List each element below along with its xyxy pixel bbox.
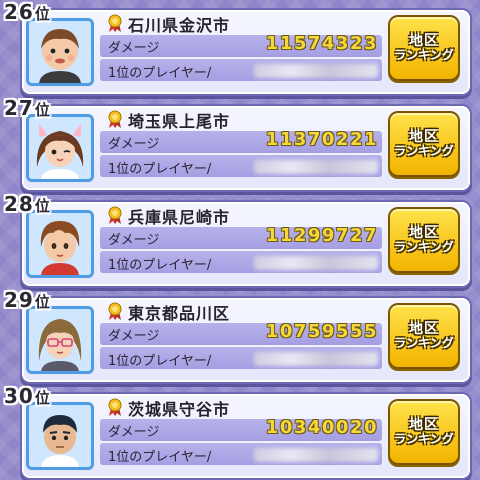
top-player-label: 1位のプレイヤー/ [108,354,212,369]
region-name: 石川県金沢市 [128,16,231,35]
divider [104,58,378,59]
region-ranking-button[interactable]: 地区 ランキング [388,111,460,177]
top-player-label: 1位のプレイヤー/ [108,258,212,273]
player-avatar [26,306,94,374]
medal-icon [108,398,122,416]
divider [104,442,378,443]
damage-value: 10340020 [265,417,378,438]
damage-label: ダメージ [108,41,160,56]
region-name: 茨城県守谷市 [128,400,231,419]
ranking-list: 26位 石川県金沢市 ダメージ 11574323 1位のプレイヤー/ 地区 ラン… [0,0,480,480]
damage-value: 11574323 [265,33,378,54]
divider [104,346,378,347]
region-ranking-button[interactable]: 地区 ランキング [388,207,460,273]
damage-label: ダメージ [108,329,160,344]
rank-number: 27位 [4,96,51,120]
region-ranking-button[interactable]: 地区 ランキング [388,15,460,81]
region-name: 兵庫県尼崎市 [128,208,231,227]
region-ranking-button[interactable]: 地区 ランキング [388,303,460,369]
damage-label: ダメージ [108,425,160,440]
region-name: 埼玉県上尾市 [128,112,231,131]
player-avatar [26,402,94,470]
damage-label: ダメージ [108,137,160,152]
player-avatar [26,18,94,86]
blurred-player-name [254,64,378,78]
player-avatar [26,114,94,182]
player-avatar [26,210,94,278]
damage-value: 10759555 [265,321,378,342]
ranking-row: 26位 石川県金沢市 ダメージ 11574323 1位のプレイヤー/ 地区 ラン… [0,0,480,94]
blurred-player-name [254,160,378,174]
divider [104,250,378,251]
divider [104,154,378,155]
ranking-row: 29位 東京都品川区 ダメージ 10759555 1位のプレイヤー/ 地区 ラン… [0,288,480,382]
rank-number: 29位 [4,288,51,312]
medal-icon [108,14,122,32]
top-player-label: 1位のプレイヤー/ [108,66,212,81]
top-player-label: 1位のプレイヤー/ [108,450,212,465]
ranking-row: 30位 茨城県守谷市 ダメージ 10340020 1位のプレイヤー/ 地区 ラン… [0,384,480,478]
ranking-row: 28位 兵庫県尼崎市 ダメージ 11299727 1位のプレイヤー/ 地区 ラン… [0,192,480,286]
medal-icon [108,206,122,224]
rank-number: 26位 [4,0,51,24]
damage-label: ダメージ [108,233,160,248]
blurred-player-name [254,256,378,270]
damage-value: 11299727 [265,225,378,246]
region-ranking-button[interactable]: 地区 ランキング [388,399,460,465]
top-player-label: 1位のプレイヤー/ [108,162,212,177]
rank-number: 28位 [4,192,51,216]
blurred-player-name [254,352,378,366]
ranking-row: 27位 埼玉県上尾市 ダメージ 11370221 1位のプレイヤー/ 地区 ラン… [0,96,480,190]
medal-icon [108,110,122,128]
damage-value: 11370221 [265,129,378,150]
rank-number: 30位 [4,384,51,408]
blurred-player-name [254,448,378,462]
region-name: 東京都品川区 [128,304,231,323]
medal-icon [108,302,122,320]
